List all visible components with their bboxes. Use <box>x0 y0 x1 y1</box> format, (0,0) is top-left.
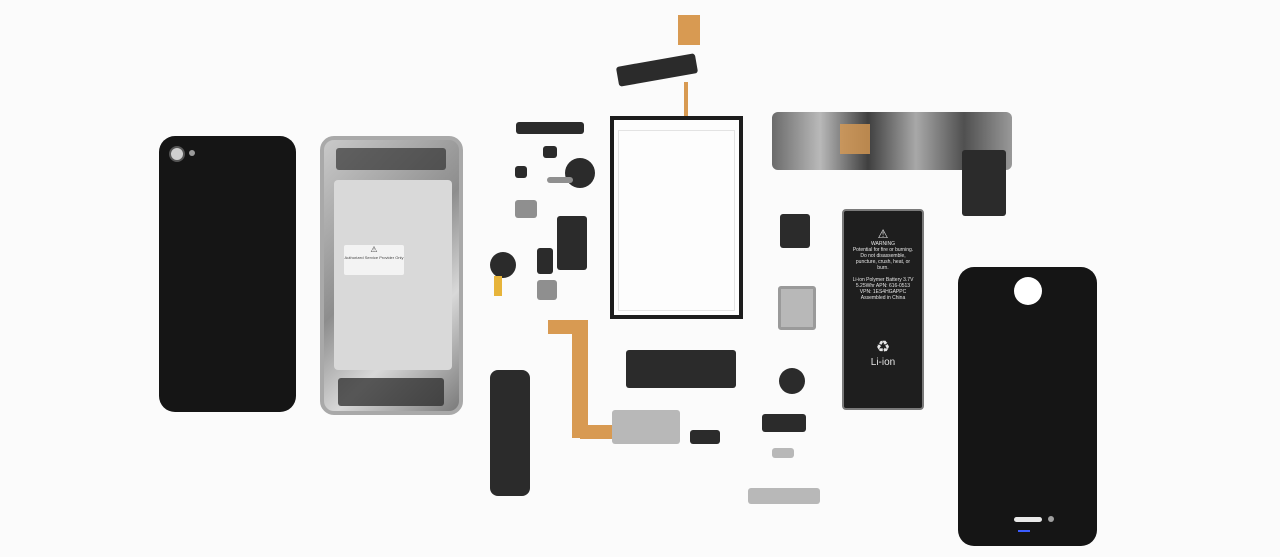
dock-side-part <box>690 430 720 444</box>
home-button-slot <box>1014 517 1042 522</box>
rear-camera-module <box>780 214 810 248</box>
back-glass-panel <box>159 136 296 412</box>
bottom-screws-plate <box>748 488 820 504</box>
digitizer-ribbon <box>684 82 688 118</box>
small-screw-part <box>515 166 527 178</box>
front-camera-opening <box>1014 277 1042 305</box>
midframe-chassis: ⚠ Authorized Service Provider Only <box>320 136 463 415</box>
digitizer-inner-frame <box>618 130 735 311</box>
small-clip <box>543 146 557 158</box>
logic-board-flex <box>840 124 870 154</box>
antenna-bracket <box>626 350 736 388</box>
battery-warning-icon: ⚠ <box>877 227 889 241</box>
logic-board-connector <box>962 150 1006 216</box>
warning-triangle-icon: ⚠ <box>370 245 378 254</box>
side-bracket <box>557 216 587 270</box>
midframe-shield-plate <box>334 180 452 370</box>
bottom-blue-accent <box>1018 530 1030 532</box>
camera-lens <box>779 368 805 394</box>
loudspeaker-enclosure <box>490 370 530 496</box>
proximity-sensor <box>537 248 553 274</box>
digitizer-glass <box>610 116 743 319</box>
vibrator-motor <box>565 158 595 188</box>
battery-spec-text: Li-ion Polymer Battery 3.7V 5.25Whr APN:… <box>852 277 914 301</box>
front-camera-flex <box>494 276 502 296</box>
power-button-bracket <box>762 414 806 432</box>
battery: ⚠ WARNING Potential for fire or burning.… <box>842 209 924 410</box>
motor-bracket <box>547 177 573 183</box>
battery-warning-text: Potential for fire or burning. Do not di… <box>852 247 914 271</box>
volume-button <box>772 448 794 458</box>
sim-card-tray <box>778 286 816 330</box>
battery-chem-label: Li-ion <box>870 357 896 368</box>
earpiece-bracket <box>516 122 584 134</box>
recycle-icon: ♻ <box>875 339 891 356</box>
dock-flex-cable-run <box>572 330 588 438</box>
home-sensor-dot <box>1048 516 1054 522</box>
frame-sticker-text: Authorized Service Provider Only <box>344 255 404 260</box>
sensor-shield <box>537 280 557 300</box>
flash-hole <box>189 150 195 156</box>
frame-warning-sticker: ⚠ Authorized Service Provider Only <box>344 245 404 275</box>
midframe-top-components <box>336 148 446 170</box>
camera-lens-hole <box>169 146 185 162</box>
front-camera-assembly <box>490 252 516 278</box>
front-display-assembly <box>958 267 1097 546</box>
antenna-contact <box>515 200 537 218</box>
midframe-bottom-dock <box>338 378 444 406</box>
top-flex-connector <box>678 15 700 45</box>
dock-connector <box>612 410 680 444</box>
